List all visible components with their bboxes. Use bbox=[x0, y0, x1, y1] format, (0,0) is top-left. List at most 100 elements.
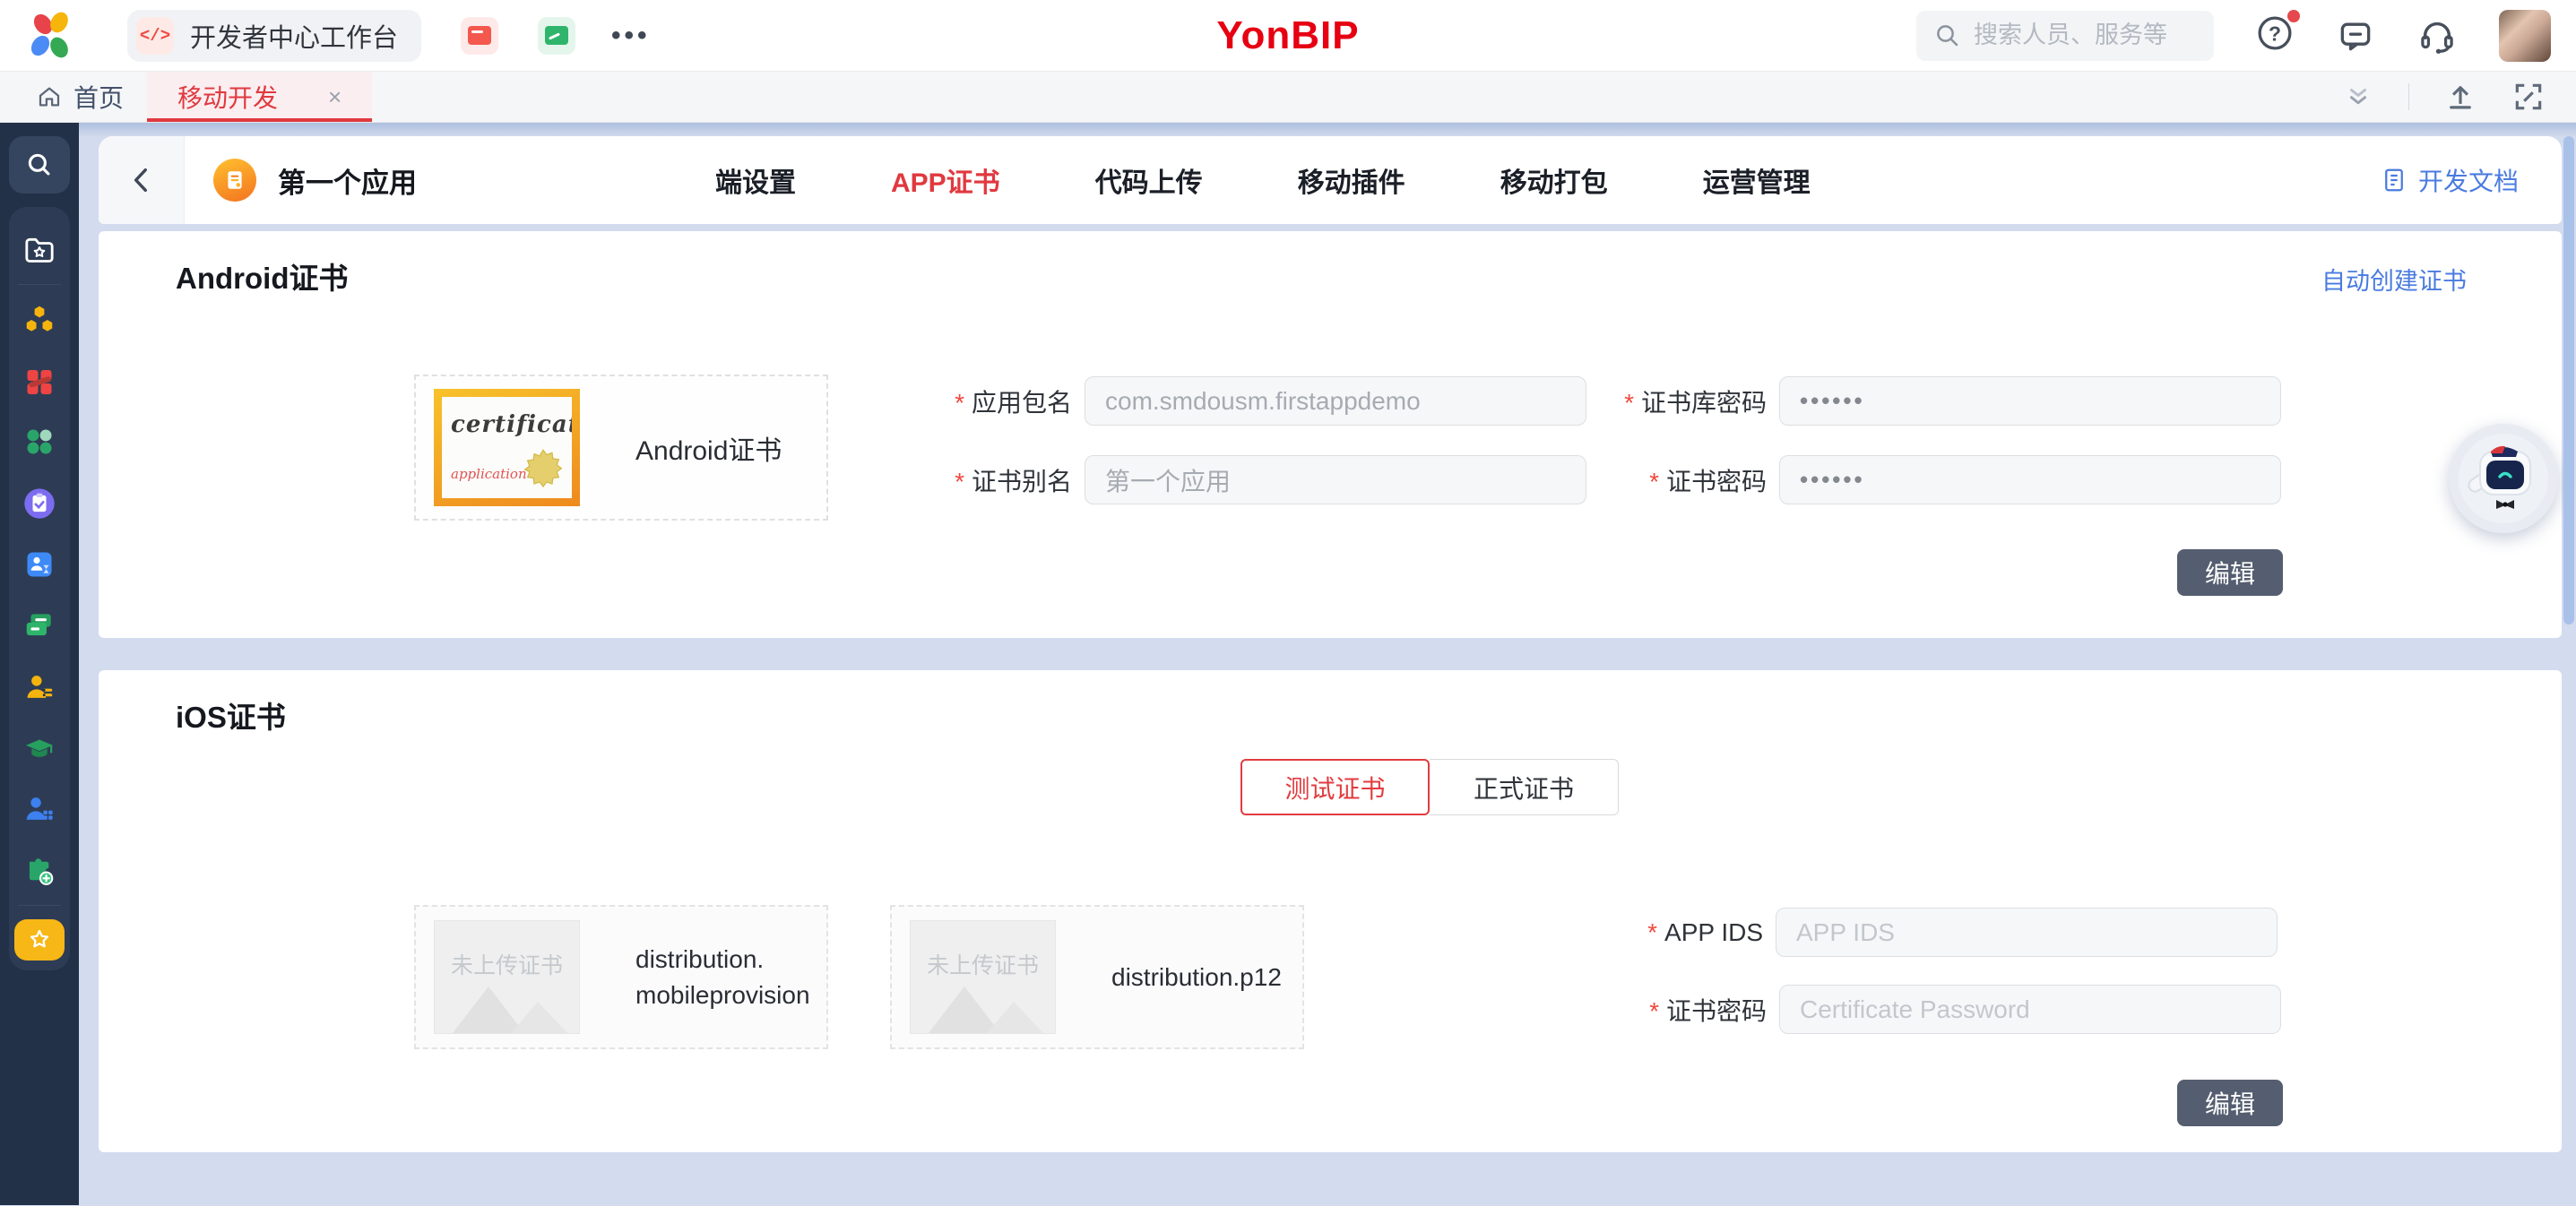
collapse-tabs-icon[interactable] bbox=[2342, 81, 2374, 113]
app-ids-label: APP IDS bbox=[1664, 918, 1763, 946]
dev-docs-link[interactable]: 开发文档 bbox=[2381, 162, 2519, 198]
app-nav-tabs: 端设置 APP证书 代码上传 移动插件 移动打包 运营管理 bbox=[715, 160, 1811, 200]
p12-upload-card[interactable]: 未上传证书 distribution.p12 bbox=[890, 905, 1304, 1049]
certificate-image-subtitle: application bbox=[451, 466, 527, 482]
divider bbox=[18, 284, 61, 285]
android-cert-label: Android证书 bbox=[635, 428, 782, 468]
search-input[interactable] bbox=[1974, 22, 2189, 49]
image-placeholder-icon bbox=[435, 979, 580, 1033]
red-app-icon[interactable] bbox=[461, 17, 498, 55]
tab-test-cert[interactable]: 测试证书 bbox=[1240, 759, 1430, 815]
robot-icon bbox=[2457, 432, 2550, 525]
sidebar-item-plugin-app[interactable] bbox=[9, 840, 70, 900]
scrollbar-thumb[interactable] bbox=[2563, 136, 2574, 625]
close-tab-icon[interactable]: × bbox=[328, 83, 341, 111]
global-search[interactable] bbox=[1916, 11, 2214, 61]
required-mark: * bbox=[1649, 997, 1659, 1025]
screen: </> 开发者中心工作台 ••• YonBIP ? bbox=[0, 0, 2576, 1206]
app-icon bbox=[213, 159, 256, 202]
android-cert-section: Android证书 自动创建证书 certificate application… bbox=[99, 231, 2562, 638]
mobileprovision-upload-card[interactable]: 未上传证书 distribution. mobileprovision bbox=[414, 905, 828, 1049]
tab-operation-mgmt[interactable]: 运营管理 bbox=[1703, 160, 1811, 200]
cert-password-label: 证书密码 bbox=[1666, 468, 1767, 495]
fullscreen-icon[interactable] bbox=[2511, 80, 2546, 114]
workspace-tab[interactable]: </> 开发者中心工作台 bbox=[127, 10, 421, 62]
tab-mobile-plugin[interactable]: 移动插件 bbox=[1298, 160, 1405, 200]
feedback-icon[interactable] bbox=[2336, 16, 2375, 56]
app-ids-input[interactable] bbox=[1776, 908, 2278, 957]
certificate-image-title: certificate bbox=[451, 411, 572, 438]
tab-mobile-package[interactable]: 移动打包 bbox=[1500, 160, 1608, 200]
ios-cert-tabs: 测试证书 正式证书 bbox=[1240, 759, 1619, 815]
sidebar-item-org-app[interactable] bbox=[9, 779, 70, 840]
field-app-ids: *APP IDS bbox=[1512, 908, 2278, 957]
sidebar-item-hex-app[interactable] bbox=[9, 289, 70, 349]
person-hourglass-icon bbox=[23, 548, 56, 581]
tab-app-certificate[interactable]: APP证书 bbox=[891, 160, 1000, 200]
clipboard-check-icon bbox=[22, 486, 57, 521]
cert-password-input[interactable] bbox=[1779, 455, 2281, 504]
sidebar-item-design-app[interactable] bbox=[9, 350, 70, 411]
keystore-password-label: 证书库密码 bbox=[1641, 389, 1767, 417]
clover-icon bbox=[23, 426, 56, 458]
top-header: </> 开发者中心工作台 ••• YonBIP ? bbox=[0, 0, 2576, 72]
field-keystore-password: *证书库密码 bbox=[1516, 376, 2281, 426]
support-headset-icon[interactable] bbox=[2416, 15, 2458, 56]
sidebar-item-staff-app[interactable] bbox=[9, 656, 70, 717]
search-icon bbox=[1934, 22, 1961, 49]
sidebar-item-favorites[interactable] bbox=[9, 909, 70, 970]
main-area: 第一个应用 端设置 APP证书 代码上传 移动插件 移动打包 运营管理 bbox=[79, 123, 2576, 1205]
divider bbox=[18, 905, 61, 906]
ios-cert-password-input[interactable] bbox=[1779, 985, 2281, 1034]
sidebar-item-learning-app[interactable] bbox=[9, 718, 70, 779]
auto-create-cert-link[interactable]: 自动创建证书 bbox=[2321, 262, 2467, 297]
upload-placeholder-image: 未上传证书 bbox=[434, 920, 580, 1034]
home-icon bbox=[36, 83, 63, 110]
sidebar-app-panel bbox=[9, 207, 70, 970]
no-cert-uploaded-label: 未上传证书 bbox=[911, 948, 1055, 980]
tab-mobile-dev[interactable]: 移动开发 × bbox=[147, 72, 372, 122]
tab-mobile-dev-label: 移动开发 bbox=[177, 79, 278, 115]
printer-card-icon bbox=[22, 608, 56, 642]
sidebar-item-clover-app[interactable] bbox=[9, 411, 70, 472]
help-button[interactable]: ? bbox=[2255, 13, 2295, 57]
p12-file-name: distribution.p12 bbox=[1111, 960, 1282, 995]
no-cert-uploaded-label: 未上传证书 bbox=[435, 948, 579, 980]
image-placeholder-icon bbox=[911, 979, 1056, 1033]
dev-docs-label: 开发文档 bbox=[2418, 162, 2519, 198]
field-cert-alias: *证书别名 bbox=[821, 455, 1586, 504]
ios-cert-password-label: 证书密码 bbox=[1666, 997, 1767, 1025]
android-edit-button[interactable]: 编辑 bbox=[2177, 549, 2283, 596]
cert-alias-input[interactable] bbox=[1085, 455, 1586, 504]
app-title: 第一个应用 bbox=[278, 160, 417, 201]
search-icon bbox=[24, 150, 55, 180]
sidebar-item-favorites-folder[interactable] bbox=[9, 220, 70, 280]
tab-prod-cert[interactable]: 正式证书 bbox=[1430, 759, 1619, 815]
more-apps-icon[interactable]: ••• bbox=[611, 21, 651, 51]
field-cert-password: * 证书密码 bbox=[1516, 455, 2281, 504]
user-avatar[interactable] bbox=[2499, 10, 2551, 62]
sidebar-search-button[interactable] bbox=[9, 136, 70, 194]
sidebar-item-approval-app[interactable] bbox=[9, 472, 70, 533]
ios-edit-button[interactable]: 编辑 bbox=[2177, 1080, 2283, 1126]
workspace-tab-label: 开发者中心工作台 bbox=[190, 17, 398, 55]
back-button[interactable] bbox=[99, 136, 185, 224]
person-list-icon bbox=[22, 670, 56, 704]
package-name-input[interactable] bbox=[1085, 376, 1586, 426]
home-tab[interactable]: 首页 bbox=[0, 72, 147, 122]
assistant-robot-button[interactable] bbox=[2449, 424, 2558, 533]
sidebar-item-print-app[interactable] bbox=[9, 595, 70, 656]
yonyou-logo-icon[interactable] bbox=[25, 11, 75, 61]
required-mark: * bbox=[1649, 468, 1659, 495]
sidebar-item-hr-app[interactable] bbox=[9, 534, 70, 595]
tab-port-settings[interactable]: 端设置 bbox=[715, 160, 796, 200]
publish-icon[interactable] bbox=[2443, 80, 2477, 114]
certificate-image: certificate application bbox=[434, 389, 580, 506]
green-app-icon[interactable] bbox=[538, 17, 575, 55]
android-cert-card[interactable]: certificate application Android证书 bbox=[414, 375, 828, 521]
keystore-password-input[interactable] bbox=[1779, 376, 2281, 426]
ios-cert-section: iOS证书 测试证书 正式证书 未上传证书 distribution. bbox=[99, 670, 2562, 1152]
cert-alias-label: 证书别名 bbox=[972, 468, 1072, 495]
tab-code-upload[interactable]: 代码上传 bbox=[1095, 160, 1203, 200]
graduation-cap-icon bbox=[22, 731, 56, 765]
